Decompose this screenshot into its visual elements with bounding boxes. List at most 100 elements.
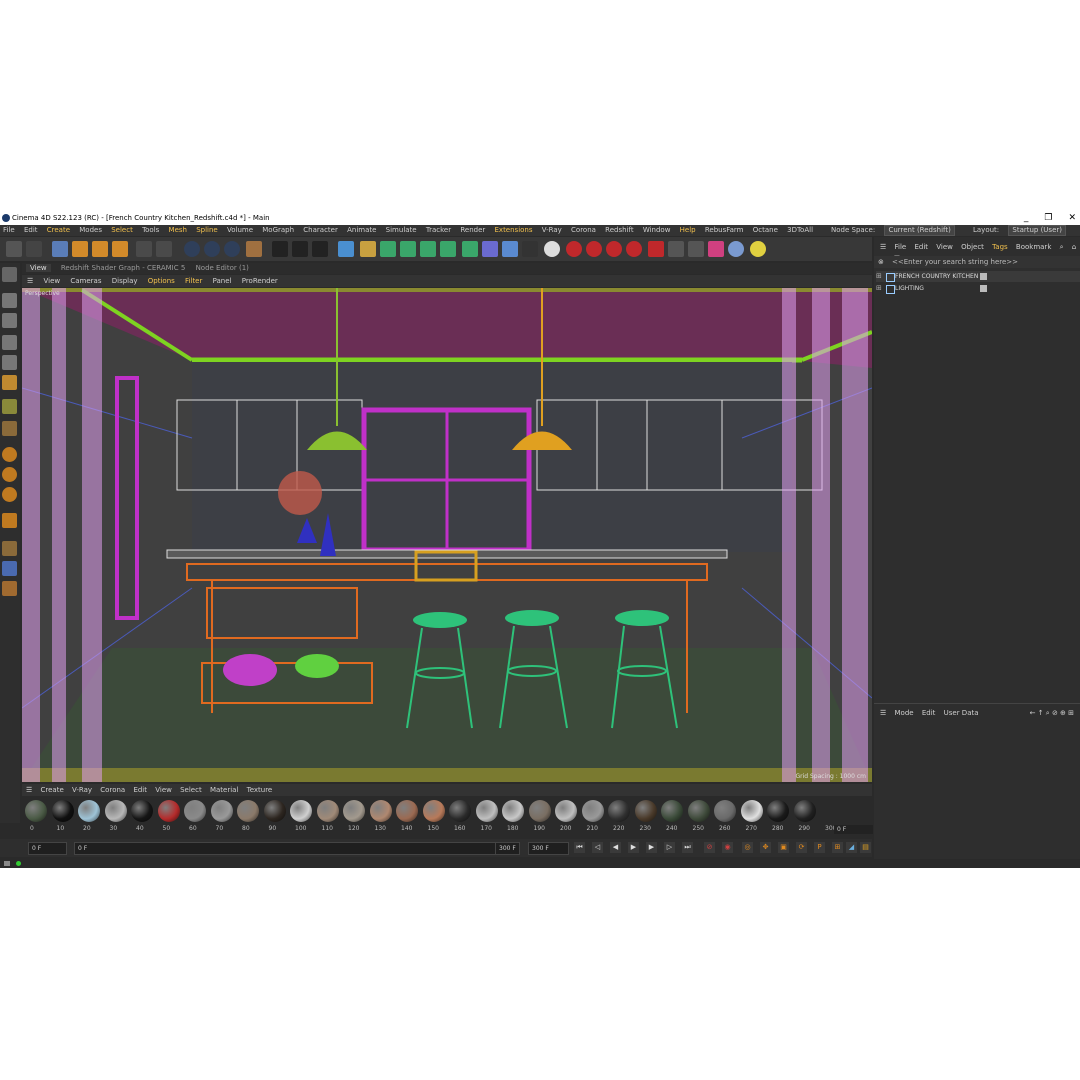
material-swatch[interactable] [51,800,74,822]
start-frame-field[interactable]: 0 F [28,842,67,855]
search-icon[interactable]: ⌕ [1060,243,1064,251]
hamburger-icon[interactable]: ☰ [27,277,33,285]
scale-key-icon[interactable]: ▣ [778,842,789,853]
mat-menu-material[interactable]: Material [210,786,238,794]
light-icon[interactable] [544,241,560,257]
tab-shader-graph[interactable]: Redshift Shader Graph - CERAMIC 5 [61,264,185,272]
texture-mode-icon[interactable] [2,313,17,328]
menu-tools[interactable]: Tools [142,225,159,236]
pla-key-icon[interactable]: ⊞ [832,842,843,853]
menu-extensions[interactable]: Extensions [495,225,533,236]
deformer-bend-icon[interactable] [482,241,498,257]
play-icon[interactable]: ▶ [628,842,639,853]
om-menu-object[interactable]: Object [961,243,984,251]
grid-icon[interactable] [2,541,17,556]
material-swatch[interactable] [237,800,259,822]
menu-create[interactable]: Create [47,225,70,236]
om-menu-view[interactable]: View [936,243,953,251]
tab-view[interactable]: View [26,264,51,272]
rotation-key-icon[interactable]: ⟳ [796,842,807,853]
tab-node-editor[interactable]: Node Editor (1) [196,264,249,272]
param-key-icon[interactable]: P [814,842,825,853]
vp-menu-cameras[interactable]: Cameras [70,277,101,285]
redshift-tool-icon-5[interactable] [648,241,664,257]
menu-corona[interactable]: Corona [571,225,596,236]
mat-menu-texture[interactable]: Texture [247,786,273,794]
y-axis-icon[interactable] [204,241,220,257]
live-selection-icon[interactable] [156,241,172,257]
menu-file[interactable]: File [3,225,15,236]
material-swatch[interactable] [369,800,392,822]
om-menu-bookmark[interactable]: Bookmark [1016,243,1051,251]
interpolation-icon[interactable]: ◢ [846,842,857,853]
vp-menu-options[interactable]: Options [148,277,175,285]
vp-menu-view[interactable]: View [44,277,61,285]
material-swatch[interactable] [767,800,789,822]
material-swatch[interactable] [528,800,551,822]
rotate-tool-icon[interactable] [112,241,128,257]
material-swatch[interactable] [608,800,630,822]
model-mode-icon[interactable] [2,293,17,308]
material-swatch[interactable] [422,800,445,822]
subdivision-icon[interactable] [380,241,396,257]
redshift-tool-icon-3[interactable] [606,241,622,257]
render-view-icon[interactable] [292,241,308,257]
vp-menu-panel[interactable]: Panel [213,277,232,285]
object-search-input[interactable]: <<Enter your search string here>> [892,256,1018,268]
end-frame-field[interactable]: 300 F [528,842,569,855]
menu-help[interactable]: Help [680,225,696,236]
menu-3dtoall[interactable]: 3DToAll [787,225,813,236]
hamburger-icon[interactable]: ☰ [880,709,886,717]
panel-divider[interactable] [874,703,1080,704]
next-frame-icon[interactable]: ▶ [646,842,657,853]
menu-render[interactable]: Render [460,225,485,236]
material-swatch[interactable] [581,800,604,822]
menu-redshift[interactable]: Redshift [605,225,633,236]
material-swatch[interactable] [131,800,153,822]
undo-icon[interactable] [6,241,22,257]
cube-icon[interactable] [338,241,354,257]
import-icon[interactable] [668,241,684,257]
menu-edit[interactable]: Edit [24,225,38,236]
effector-icon[interactable] [440,241,456,257]
material-swatch[interactable] [449,800,471,822]
timeline-window-icon[interactable]: ▤ [860,842,871,853]
generator-icon[interactable] [462,241,478,257]
mat-menu-vray[interactable]: V-Ray [72,786,92,794]
redshift-tool-icon-2[interactable] [586,241,602,257]
vp-menu-display[interactable]: Display [112,277,138,285]
timeline-ruler[interactable]: 0 10 20 30 40 50 60 70 80 90 100 110 120 130 140 150 160… [22,824,836,836]
autokey-icon[interactable]: ◉ [722,842,733,853]
record-off-icon[interactable]: ⊘ [704,842,715,853]
maximize-button[interactable]: ❐ [1044,211,1052,225]
menu-rebusfarm[interactable]: RebusFarm [705,225,744,236]
plugin-icon[interactable] [750,241,766,257]
axis-mode-icon[interactable] [2,421,17,436]
material-swatch[interactable] [343,800,365,822]
attribute-nav-icons[interactable]: ← ↑ ⌕ ⊘ ⊕ ⊞ [1030,707,1074,719]
om-menu-file[interactable]: File [895,243,907,251]
object-row[interactable]: ⊞ FRENCH COUNTRY KITCHEN [876,271,1080,282]
material-swatch[interactable] [793,800,816,822]
mat-menu-create[interactable]: Create [41,786,64,794]
node-space-dropdown[interactable]: Current (Redshift) [884,225,955,236]
prev-key-icon[interactable]: ◁ [592,842,603,853]
go-to-end-icon[interactable]: ⏭ [682,842,693,853]
mat-menu-view[interactable]: View [155,786,172,794]
redshift-tool-icon-4[interactable] [626,241,642,257]
redshift-tool-icon-1[interactable] [566,241,582,257]
material-swatch[interactable] [714,800,736,822]
cloner-icon[interactable] [400,241,416,257]
hamburger-icon[interactable]: ☰ [26,786,32,794]
material-swatch[interactable] [290,800,312,822]
material-swatch[interactable] [157,800,180,822]
vp-menu-filter[interactable]: Filter [185,277,202,285]
edges-mode-icon[interactable] [2,355,17,370]
material-swatch[interactable] [184,800,206,822]
material-swatch[interactable] [661,800,683,822]
menu-mesh[interactable]: Mesh [169,225,187,236]
scale-tool-icon[interactable] [92,241,108,257]
material-swatch[interactable] [316,800,339,822]
workplane-icon[interactable] [2,487,17,502]
world-coords-icon[interactable] [246,241,262,257]
